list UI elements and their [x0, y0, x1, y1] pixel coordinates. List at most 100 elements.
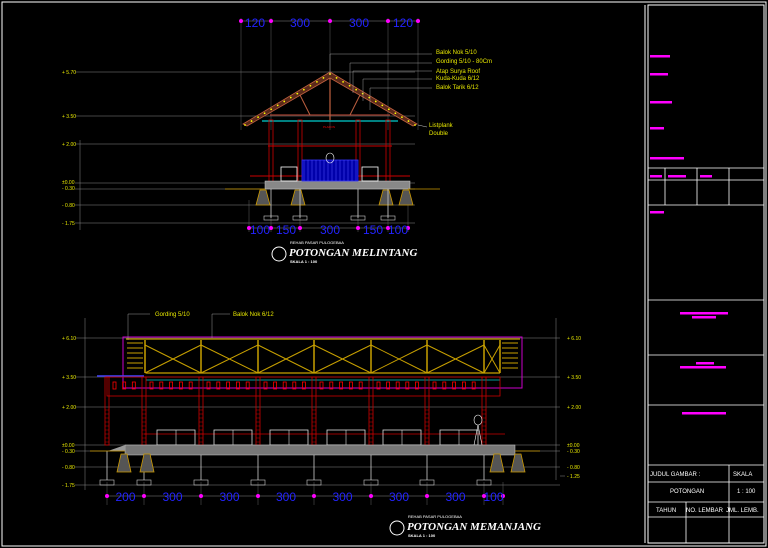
person-figure [477, 424, 483, 446]
annotation: Balok Tarik 6/12 [436, 85, 479, 91]
purlin [257, 116, 259, 119]
purlin [394, 112, 397, 115]
purlin [289, 96, 292, 99]
column [198, 376, 204, 446]
logo-icon [389, 520, 405, 536]
floor-slab [124, 444, 516, 456]
purlin [309, 84, 312, 87]
purlin [414, 124, 416, 126]
footing [378, 189, 394, 206]
dimension-tick [369, 494, 373, 498]
dim-bottom-4: 150 [363, 223, 383, 237]
level-label: - 0.80 [62, 465, 75, 471]
column [424, 376, 430, 446]
purlin [276, 104, 279, 107]
purlin [263, 112, 266, 115]
annotation: Balok Nok 6/12 [233, 312, 274, 318]
section-scale: SKALA 1 : 100 [408, 533, 436, 538]
annotation: Balok Nok 5/10 [436, 50, 477, 56]
placeholder-text [692, 316, 716, 319]
level-label: + 2.00 [62, 405, 76, 411]
annotation: Kuda-Kuda 6/12 [436, 76, 480, 82]
label: PLAFON [323, 125, 335, 129]
purlin [283, 100, 286, 103]
placeholder-text [650, 175, 662, 178]
purlin [244, 124, 246, 126]
placeholder-text [680, 312, 728, 315]
placeholder-text [650, 101, 672, 104]
purlin [342, 80, 344, 83]
purlin [348, 84, 351, 87]
floor-slab [264, 180, 411, 190]
dimension-label: 300 [219, 490, 239, 504]
placeholder-text [700, 175, 712, 178]
level-label: - 0.80 [62, 203, 75, 209]
level-label: + 3.50 [62, 114, 76, 120]
purlin [355, 88, 358, 91]
year-label: TAHUN [656, 508, 676, 514]
dimension-tick [425, 494, 429, 498]
long-section-drawing [75, 313, 565, 505]
column [481, 376, 487, 446]
dim-bottom-3: 300 [320, 223, 340, 237]
strut [299, 94, 311, 116]
placeholder-text [650, 55, 670, 58]
purlin [322, 77, 325, 79]
level-label: - 0.80 [567, 465, 580, 471]
footing [398, 189, 414, 206]
logo-icon [271, 246, 287, 262]
level-label: + 6.10 [62, 336, 76, 342]
purlin [361, 92, 364, 95]
title-block-text: JUDUL GAMBAR : SKALA POTONGAN 1 : 100 TA… [650, 472, 759, 514]
person-figure [473, 414, 483, 426]
placeholder-text [650, 127, 664, 130]
strut [349, 94, 361, 116]
annotation: Gording 5/10 - 80Cm [436, 59, 492, 65]
cad-drawing: JUDUL GAMBAR : SKALA POTONGAN 1 : 100 TA… [1, 1, 767, 547]
dimension-tick [269, 19, 273, 23]
drawing-title: POTONGAN [670, 489, 704, 495]
dimension-label: 300 [389, 490, 409, 504]
footing [116, 453, 132, 473]
dimension-label: 300 [162, 490, 182, 504]
level-label: - 1.75 [62, 221, 75, 227]
level-label: - 1.25 [567, 474, 580, 480]
column [297, 119, 303, 184]
dim-top-1: 120 [245, 16, 265, 30]
annotation: Double [429, 131, 449, 137]
dimension-label: 300 [445, 490, 465, 504]
scale-label: SKALA [733, 472, 752, 478]
leader [417, 124, 428, 128]
placeholder-text [682, 412, 726, 415]
purlin [374, 100, 377, 103]
level-label: + 2.00 [62, 142, 76, 148]
dim-top-3: 300 [349, 16, 369, 30]
footing [489, 453, 505, 473]
placeholder-text [680, 366, 726, 369]
dim-bottom-1: 100 [250, 223, 270, 237]
purlin [302, 88, 305, 91]
cross-section-labels: 120 300 300 120 100 150 300 150 100 + 5.… [62, 16, 492, 264]
footing [290, 189, 306, 206]
purlin [316, 80, 318, 83]
level-label: + 6.10 [567, 336, 581, 342]
bench [280, 166, 298, 182]
outer-frame [1, 1, 767, 547]
dimension-tick [328, 19, 332, 23]
placeholder-text [650, 211, 664, 214]
person-figure [473, 424, 479, 446]
footing [255, 189, 271, 206]
dimension-tick [416, 19, 420, 23]
annotation: Gording 5/10 [155, 312, 190, 318]
dimension-tick [142, 494, 146, 498]
dimension-tick [256, 494, 260, 498]
column [368, 376, 374, 446]
dimension-label: 300 [276, 490, 296, 504]
vent-opening [112, 381, 117, 390]
level-label: - 0.30 [62, 449, 75, 455]
dimension-tick [356, 226, 360, 230]
ramp [108, 445, 125, 451]
annotation: Atap Surya Roof [436, 69, 480, 75]
footing [139, 453, 155, 473]
dimension-label: 300 [332, 490, 352, 504]
